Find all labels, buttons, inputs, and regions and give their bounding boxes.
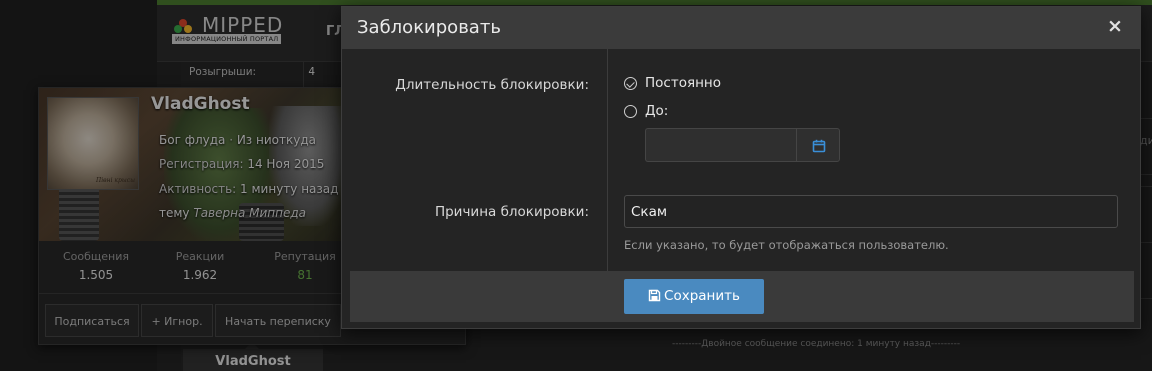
- screen: MIPPED ИНФОРМАЦИОННЫЙ ПОРТАЛ ГЛ Розыгрыш…: [0, 0, 1152, 371]
- duration-until-label: До:: [645, 103, 669, 119]
- duration-label: Длительность блокировки:: [395, 77, 589, 93]
- date-input[interactable]: [645, 128, 796, 162]
- duration-permanent-label: Постоянно: [645, 75, 721, 91]
- dialog-header: Заблокировать ×: [342, 7, 1140, 49]
- dialog-footer: Сохранить: [350, 271, 1134, 322]
- save-button-label: Сохранить: [664, 288, 740, 304]
- save-icon: [648, 289, 661, 302]
- form-column-divider: [607, 49, 608, 271]
- ban-dialog: Заблокировать × Длительность блокировки:…: [341, 6, 1141, 329]
- calendar-icon: [812, 139, 826, 153]
- dialog-title: Заблокировать: [357, 17, 501, 38]
- reason-label: Причина блокировки:: [434, 204, 589, 220]
- calendar-button[interactable]: [796, 128, 840, 162]
- reason-hint: Если указано, то будет отображаться поль…: [624, 238, 949, 252]
- close-icon[interactable]: ×: [1104, 15, 1126, 37]
- radio-checked-icon[interactable]: [624, 77, 637, 90]
- date-picker: [645, 128, 840, 162]
- reason-input[interactable]: Скам: [624, 195, 1118, 228]
- radio-unchecked-icon[interactable]: [624, 105, 637, 118]
- save-button[interactable]: Сохранить: [624, 279, 764, 314]
